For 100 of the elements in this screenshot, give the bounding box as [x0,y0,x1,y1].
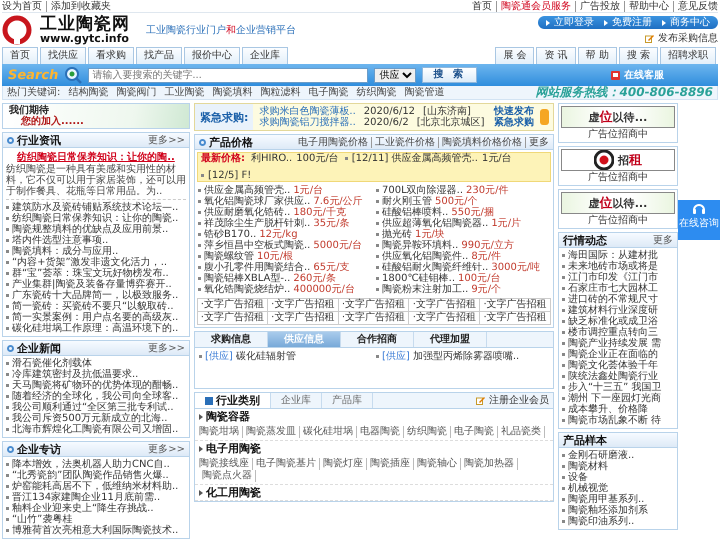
product-link[interactable]: 腹小孔零件用陶瓷结合.. [204,262,310,273]
ad-link[interactable]: ·文字广告招租 [338,299,410,312]
member-link[interactable]: 免费注册 [612,17,652,28]
product-link[interactable]: 700L双向除湿器.. [382,185,464,196]
top-link[interactable]: 广告投放 [575,0,620,12]
news-link[interactable]: 潮州 下一座园灯光商 [568,393,662,404]
top-link[interactable]: 首页 [472,0,492,12]
ad-link[interactable]: ·文字广告招租 [409,312,480,325]
sample-link[interactable]: 陶瓷印油系列.. [568,516,634,527]
news-link[interactable]: 广东瓷砖十大品牌简一，以极致服务.. [12,290,178,301]
news-link[interactable]: 建筑防水及瓷砖铺贴系统技术论坛—.. [12,202,178,213]
sample-link[interactable]: 陶瓷用甲基系列.. [568,494,644,505]
nav-tab[interactable]: 看求购 [88,47,134,64]
news-link[interactable]: 我公司顺利通过“全区第三批专利试.. [12,402,174,413]
news-link[interactable]: 陶瓷填料：成分与应用.. [12,246,118,257]
sample-link[interactable]: 机械视觉 [568,483,608,494]
news-link[interactable]: 陶瓷产业持续发展 需 [568,338,662,349]
register-link[interactable]: 注册企业会员 [489,395,549,406]
product-link[interactable]: 祥茂除尘生产脱杆针刺.. [204,218,310,229]
product-link[interactable]: 陶瓷异鞍环填料.. [382,240,458,251]
news-link[interactable]: 成本攀升、价格降 [568,404,648,415]
category-link[interactable]: 陶瓷坩埚 [199,426,243,438]
keyword-link[interactable]: 陶瓷填料 [212,87,252,98]
more-link[interactable]: 更多>> [148,342,185,354]
news-link[interactable]: 炉窑能耗高居不下，低维纳米材料助.. [12,481,178,492]
product-link[interactable]: 萍乡恒昌中空板式陶瓷.. [204,240,310,251]
latest-price-link[interactable]: 利HIRO.. [251,153,292,164]
news-link[interactable]: 未来地砖市场或将是 [568,261,658,272]
search-field[interactable]: 请输入要搜索的关键字... [88,68,368,82]
news-link[interactable]: 滑石瓷催化剂载体 [12,358,92,369]
keyword-link[interactable]: 陶瓷阀门 [116,87,156,98]
keyword-link[interactable]: 陶瓷管道 [404,87,444,98]
product-link[interactable]: 抛光砖 [382,229,412,240]
news-link[interactable]: 简一瓷砖：买瓷砖不要只“以貌取砖.. [12,301,174,312]
top-link[interactable]: 意见反馈 [673,0,718,12]
category-link[interactable]: 陶瓷灯座 [320,458,367,470]
category-link[interactable]: 陶瓷蒸发皿 [243,426,300,438]
news-link[interactable]: 建筑材料行业深度研 [568,305,658,316]
ad-link[interactable]: ·文字广告招租 [197,312,268,325]
news-link[interactable]: 陶瓷企业正在面临的 [568,349,658,360]
price-category-link[interactable]: 更多 [525,136,549,148]
ad-link[interactable]: ·文字广告招租 [409,299,480,312]
sample-link[interactable]: 陶瓷材料 [568,461,608,472]
top-link[interactable]: 设为首页 [2,0,42,12]
product-link[interactable]: 陶瓷螺纹管 [204,251,254,262]
product-link[interactable]: 陶瓷铝棒XBLA型-.. [204,273,290,284]
ad-link[interactable]: ·文字广告招租 [480,312,551,325]
latest-price-link[interactable]: [12/11] 供应金属高频管壳.. [352,153,478,164]
top-link[interactable]: 添加到收藏夹 [46,0,111,12]
nav-tab[interactable]: 找供应 [40,47,86,64]
quick-post-link[interactable]: 快速发布 紧急求购 [494,106,534,128]
news-link[interactable]: 陶瓷文化荟体验千年 [568,360,658,371]
news-link[interactable]: 冷库建筑密封及抗低温要求.. [12,369,138,380]
info-tab[interactable]: 合作招商 [341,332,414,347]
request-link[interactable]: 求购陶瓷铝刀搅拌器.. [259,117,356,128]
top-link[interactable]: 陶瓷通会员服务 [496,0,571,12]
news-link[interactable]: 陶瓷市场乱象不断 待 [568,415,662,426]
supply-link[interactable]: 碳化硅辐射管 [236,351,296,362]
keyword-link[interactable]: 工业陶瓷 [164,87,204,98]
news-link[interactable]: 简一实景案例：用户点名要的高级灰.. [12,312,178,323]
news-link[interactable]: 步入“十三五” 我国卫 [568,382,662,393]
category-link[interactable]: 电子陶瓷 [451,426,498,438]
category-link[interactable]: 电子陶瓷基片 [253,458,320,470]
ad-link[interactable]: ·文字广告招租 [268,299,339,312]
product-link[interactable]: 供应氧化铝陶瓷件.. [382,251,468,262]
nav-tab[interactable]: 企业库 [242,47,288,64]
product-link[interactable]: 耐火刚玉管 [382,196,432,207]
news-link[interactable]: 塔内件选型注意事项.. [12,235,108,246]
category-tab[interactable]: 行业类别 [195,393,271,408]
news-link[interactable]: 随着经济的全球化，我公司向全球客.. [12,391,178,402]
news-link[interactable]: “山竹”袭粤桂 [12,514,72,525]
nav-tab[interactable]: 展 会 [495,47,534,64]
news-link[interactable]: 江门市印发《江门市 [568,272,658,283]
site-url[interactable]: www.gytc.info [40,33,130,45]
news-link[interactable]: 纺织陶瓷日常保养知识：让你的陶瓷.. [12,213,178,224]
category-link[interactable]: 陶瓷接线座 [199,458,253,470]
news-link[interactable]: 我公司斥资500万元新成立的北海.. [12,413,168,424]
category-link[interactable]: 陶瓷加热器 [461,458,518,470]
sample-link[interactable]: 金刚石研磨液.. [568,450,634,461]
product-link[interactable]: 硅酸铝耐火陶瓷纤维针.. [382,262,488,273]
price-category-link[interactable]: 陶瓷填料价格价格 [438,136,522,148]
nav-tab[interactable]: 找产品 [136,47,182,64]
product-link[interactable]: 供应超薄氧化铝陶瓷器.. [382,218,488,229]
member-link[interactable]: 立即登录 [554,17,594,28]
keyword-link[interactable]: 电子陶瓷 [308,87,348,98]
news-link[interactable]: 博雅荷首次亮相意大利国际陶瓷技术.. [12,525,178,536]
category-select[interactable]: 供应 [374,68,416,82]
news-link[interactable]: 石家庄市七大园林工 [568,283,658,294]
news-link[interactable]: “内容+货架”激发非遗文化活力，.. [12,257,168,268]
search-button[interactable]: 搜 索 [422,67,477,83]
ad-link[interactable]: ·文字广告招租 [480,299,551,312]
keyword-link[interactable]: 陶粒滤料 [260,87,300,98]
category-link[interactable]: 礼品瓷类 [498,426,545,438]
supply-link[interactable]: 加强型丙烯除雾器喷嘴.. [412,351,520,362]
site-name[interactable]: 工业陶瓷网 [40,15,130,33]
nav-tab[interactable]: 搜 索 [618,47,658,64]
product-link[interactable]: 氧化铝陶瓷球厂家供应.. [204,196,310,207]
post-link[interactable]: 发布采购信息 [658,33,718,44]
news-link[interactable]: 海田国际：从建材批 [568,250,658,261]
news-link[interactable]: 晋江134家建陶企业11月底前需.. [12,492,160,503]
